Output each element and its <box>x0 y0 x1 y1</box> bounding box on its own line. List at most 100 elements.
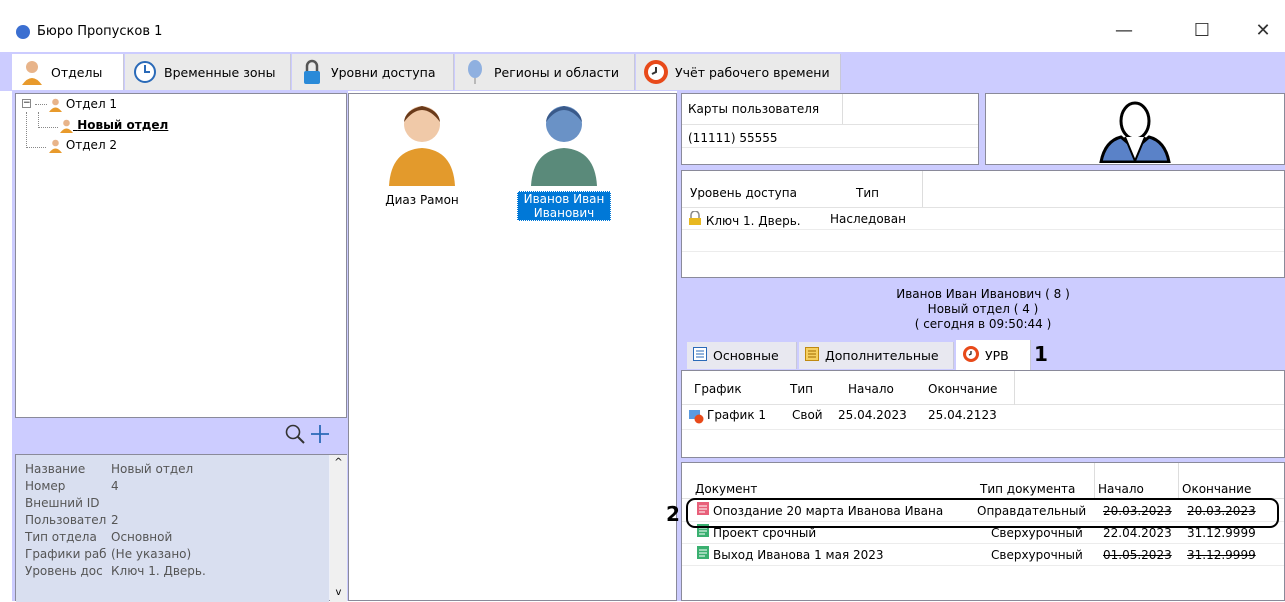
callout-number: 2 <box>666 502 680 526</box>
column-header: Тип документа <box>980 482 1076 496</box>
column-header: Тип <box>790 382 813 396</box>
access-level-grid: Уровень доступа Тип Ключ 1. Дверь. Насле… <box>681 170 1285 278</box>
document-name: Выход Иванова 1 мая 2023 <box>682 544 977 565</box>
highlight-callout <box>686 498 1279 528</box>
clock-icon <box>131 58 159 86</box>
tree-label: Отдел 1 <box>65 97 118 111</box>
property-key: Название <box>25 462 86 476</box>
property-key: Пользовател <box>25 513 107 527</box>
cards-header: Карты пользователя <box>688 102 820 116</box>
padlock-icon <box>688 210 702 228</box>
list-icon <box>805 347 819 364</box>
department-icon <box>49 98 62 112</box>
document-type: Сверхурочный <box>991 548 1083 562</box>
properties-scrollbar[interactable]: ^ v <box>330 455 347 602</box>
tab-departments[interactable]: Отделы <box>12 54 124 90</box>
avatar-icon <box>531 106 597 186</box>
schedule-icon <box>688 408 704 427</box>
title-bar <box>0 0 1285 52</box>
property-row[interactable]: Уровень дос Ключ 1. Дверь. <box>16 563 329 580</box>
property-value <box>111 495 329 512</box>
subtab-urv[interactable]: УРВ <box>956 340 1031 370</box>
properties-grid: ^ v Название Новый отдел Номер 4 Внешний ID П… <box>15 454 347 602</box>
window-title: Бюро Пропусков 1 <box>37 24 163 39</box>
property-key: Внешний ID <box>25 496 100 510</box>
padlock-icon <box>298 58 326 86</box>
maximize-button[interactable]: ☐ <box>1182 20 1222 44</box>
stopwatch-icon <box>962 345 980 366</box>
property-row[interactable]: Название Новый отдел <box>16 461 329 478</box>
document-end: 31.12.9999 <box>1187 548 1256 562</box>
person-icon <box>18 58 46 86</box>
user-silhouette-icon <box>1099 101 1171 163</box>
tab-label: Учёт рабочего времени <box>675 64 830 80</box>
property-value: 2 <box>111 513 119 527</box>
tab-time-tracking[interactable]: Учёт рабочего времени <box>636 54 841 90</box>
list-icon <box>693 347 707 364</box>
property-value: 4 <box>111 479 119 493</box>
minimize-button[interactable]: — <box>1104 20 1144 44</box>
property-row[interactable]: Внешний ID <box>16 495 329 512</box>
tab-label: Уровни доступа <box>331 64 436 80</box>
tab-label: Временные зоны <box>164 64 276 80</box>
column-header: Окончание <box>1182 482 1252 496</box>
department-tree: − Отдел 1 Новый отдел Отдел 2 <box>15 93 347 418</box>
property-value: Новый отдел <box>111 462 194 476</box>
stopwatch-icon <box>642 58 670 86</box>
person-name: Диаз Рамон <box>385 193 459 207</box>
property-row[interactable]: Номер 4 <box>16 478 329 495</box>
tree-node-otdel2[interactable]: Отдел 2 <box>49 138 117 153</box>
document-icon <box>696 545 710 566</box>
tree-label: Новый отдел <box>77 118 169 132</box>
selected-person-name: Иванов Иван Иванович <box>517 191 611 221</box>
close-button[interactable]: ✕ <box>1243 20 1283 44</box>
column-header: Уровень доступа <box>690 186 797 200</box>
column-header: Окончание <box>928 382 998 396</box>
collapse-icon[interactable]: − <box>22 99 31 108</box>
property-value: Основной <box>111 530 173 544</box>
column-header: Тип <box>856 186 879 200</box>
callout-number: 1 <box>1034 342 1048 366</box>
user-info: Иванов Иван Иванович ( 8 ) Новый отдел (… <box>896 287 1070 331</box>
search-icon[interactable] <box>284 423 306 445</box>
cards-grid: Карты пользователя (11111) 55555 <box>681 93 979 165</box>
tree-label: Отдел 2 <box>65 138 118 152</box>
balloon-icon <box>461 58 489 86</box>
documents-grid: Документ Тип документа Начало Окончание … <box>681 462 1285 601</box>
subtab-main[interactable]: Основные <box>687 342 797 369</box>
persons-panel: Диаз Рамон Иванов Иван Иванович <box>348 93 677 601</box>
property-value: (Не указано) <box>111 547 192 561</box>
subtab-additional[interactable]: Дополнительные <box>799 342 954 369</box>
department-icon <box>60 119 73 133</box>
column-header: Начало <box>1098 482 1144 496</box>
property-key: Графики раб <box>25 547 107 561</box>
card-number[interactable]: (11111) 55555 <box>688 131 778 145</box>
person-card-diaz[interactable]: Диаз Рамон <box>377 100 467 215</box>
tree-node-otdel1[interactable]: Отдел 1 <box>49 97 117 112</box>
document-start: 01.05.2023 <box>1103 548 1172 562</box>
property-key: Тип отдела <box>25 530 97 544</box>
tree-node-new-department[interactable]: Новый отдел <box>60 118 168 133</box>
tab-regions[interactable]: Регионы и области <box>455 54 635 90</box>
person-card-ivanov[interactable]: Иванов Иван Иванович <box>514 100 614 230</box>
access-row[interactable]: Ключ 1. Дверь. <box>688 210 801 228</box>
schedule-grid: График Тип Начало Окончание График 1 Сво… <box>681 370 1285 458</box>
app-icon <box>16 25 30 39</box>
department-icon <box>49 139 62 153</box>
schedule-row[interactable]: График 1 Свой 25.04.2023 25.04.2123 <box>688 408 997 427</box>
column-header: Документ <box>695 482 758 496</box>
tab-label: Отделы <box>51 64 103 80</box>
property-row[interactable]: Графики раб (Не указано) <box>16 546 329 563</box>
add-icon[interactable] <box>309 423 331 445</box>
property-row[interactable]: Тип отдела Основной <box>16 529 329 546</box>
property-row[interactable]: Пользовател 2 <box>16 512 329 529</box>
property-value: Ключ 1. Дверь. <box>111 564 206 578</box>
document-row[interactable]: Выход Иванова 1 мая 2023 Сверхурочный 01.0… <box>682 544 1284 566</box>
avatar-icon <box>389 106 455 186</box>
property-key: Номер <box>25 479 66 493</box>
property-key: Уровень дос <box>25 564 103 578</box>
tab-label: Регионы и области <box>494 64 619 80</box>
access-type: Наследован <box>830 212 906 226</box>
tab-access-levels[interactable]: Уровни доступа <box>292 54 454 90</box>
tab-time-zones[interactable]: Временные зоны <box>125 54 291 90</box>
